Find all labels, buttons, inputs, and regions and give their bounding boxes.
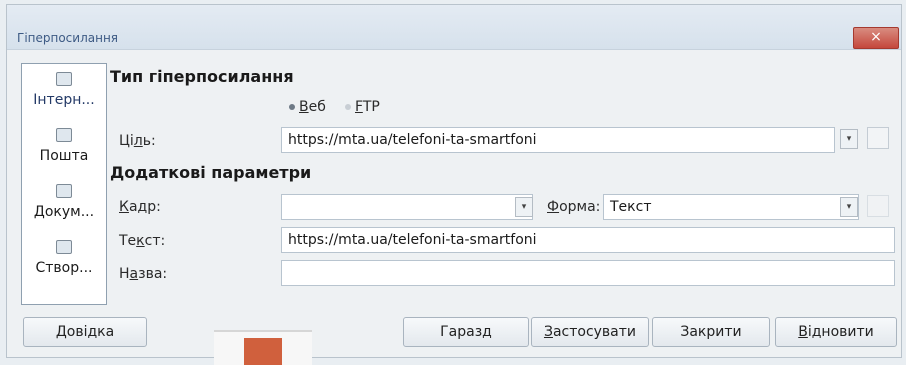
reset-button[interactable]: Відновити [775, 317, 897, 347]
hyperlink-type-heading: Тип гіперпосилання [110, 67, 294, 86]
target-dropdown-button[interactable]: ▾ [840, 129, 858, 149]
sidebar-item-mail[interactable]: Пошта [22, 128, 106, 176]
sidebar-item-document[interactable]: Докум... [22, 184, 106, 232]
text-label: Текст: [119, 233, 166, 249]
form-events-button[interactable] [867, 195, 889, 217]
frame-dropdown-button[interactable]: ▾ [515, 197, 533, 217]
new-document-icon [56, 240, 72, 254]
text-input[interactable]: https://mta.ua/telefoni-ta-smartfoni [281, 227, 895, 253]
chevron-down-icon: ▾ [846, 202, 852, 212]
radio-selected-icon [289, 104, 295, 110]
name-input[interactable] [281, 260, 895, 286]
title-bar: Гіперпосилання × [7, 5, 901, 50]
hyperlink-type-sidebar: Інтерн... Пошта Докум... Створ... [21, 63, 107, 305]
open-file-button[interactable] [867, 127, 889, 149]
form-label: Форма: [547, 199, 601, 215]
sidebar-item-label: Створ... [35, 260, 93, 276]
name-label: Назва: [119, 266, 168, 282]
document-icon [56, 184, 72, 198]
web-radio[interactable]: Веб [289, 99, 326, 115]
globe-icon [56, 72, 72, 86]
close-icon: × [870, 29, 882, 45]
chevron-down-icon: ▾ [846, 134, 852, 144]
ftp-radio-label: TP [362, 99, 380, 115]
hyperlink-dialog: Гіперпосилання × Інтерн... Пошта Докум..… [6, 4, 902, 358]
sidebar-item-label: Інтерн... [33, 92, 95, 108]
form-combobox[interactable]: Текст [603, 194, 859, 220]
frame-combobox[interactable] [281, 194, 533, 220]
sidebar-item-label: Пошта [39, 148, 89, 164]
sidebar-item-new-document[interactable]: Створ... [22, 240, 106, 288]
chevron-down-icon: ▾ [521, 202, 527, 212]
ok-button[interactable]: Гаразд [403, 317, 529, 347]
close-button[interactable]: × [853, 27, 899, 49]
apply-button[interactable]: Застосувати [531, 317, 649, 347]
radio-unselected-icon [345, 104, 351, 110]
sidebar-item-internet[interactable]: Інтерн... [22, 72, 106, 120]
close-dialog-button[interactable]: Закрити [652, 317, 770, 347]
ftp-radio-mnemonic: F [355, 99, 363, 115]
mail-icon [56, 128, 72, 142]
document-icon [244, 338, 282, 365]
window-title: Гіперпосилання [17, 31, 119, 45]
target-label: Ціль: [119, 133, 156, 149]
libreoffice-logo [214, 330, 312, 365]
frame-label: Кадр: [119, 199, 161, 215]
additional-params-heading: Додаткові параметри [110, 163, 312, 182]
web-radio-mnemonic: В [299, 99, 309, 115]
sidebar-item-label: Докум... [33, 204, 95, 220]
target-url-combobox[interactable]: https://mta.ua/telefoni-ta-smartfoni [281, 127, 835, 153]
help-button[interactable]: Довідка [23, 317, 147, 347]
ftp-radio[interactable]: FTP [345, 99, 380, 115]
web-radio-label: еб [308, 99, 326, 115]
form-dropdown-button[interactable]: ▾ [840, 197, 858, 217]
